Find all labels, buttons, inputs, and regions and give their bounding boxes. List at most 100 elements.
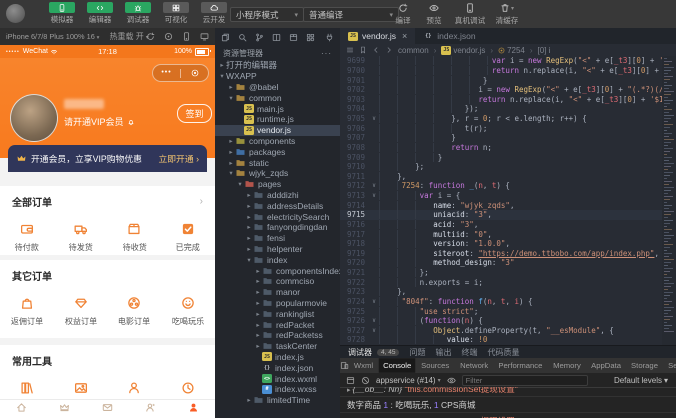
tree-item-common[interactable]: ▾common [215,92,340,103]
code-line[interactable]: 9713∨ var i = { [340,191,676,201]
code-line[interactable]: 9701 } [340,75,676,85]
list-icon[interactable] [346,46,354,54]
tree-item-fensi[interactable]: ▸fensi [215,233,340,244]
toolbar-button-调试器[interactable]: 调试器 [122,2,153,25]
phone-icon[interactable] [182,32,191,41]
tree-item-WXAPP[interactable]: ▾WXAPP [215,71,340,82]
toolbar-button-编辑器[interactable]: 编辑器 [84,2,115,25]
tree-item-commciso[interactable]: ▸commciso [215,276,340,287]
bookmark-icon[interactable] [359,46,367,54]
devtools-tab-Storage[interactable]: Storage [627,358,663,372]
profile-avatar[interactable] [10,94,58,142]
frame-icon[interactable] [346,376,355,385]
user-avatar[interactable] [6,4,25,23]
code-line[interactable]: 9722 n.exports = i; [340,277,676,287]
tree-item-runtime.js[interactable]: JSruntime.js [215,114,340,125]
entry-权益订单[interactable]: 权益订单 [54,296,108,327]
close-icon[interactable]: × [402,31,407,41]
toolbar-button-云开发[interactable]: 云开发 [198,2,229,25]
tabbar-mail[interactable] [86,400,129,418]
inspect-device-icon[interactable] [340,358,349,373]
breadcrumb-segment[interactable]: JSvendor.js [441,46,485,55]
fold-icon[interactable]: ∨ [369,192,379,199]
code-line[interactable]: 9723 }, [340,287,676,297]
tree-item-redPacket[interactable]: ▸redPacket [215,319,340,330]
phone-icon[interactable] [49,2,75,13]
entry-待发货[interactable]: 待发货 [54,222,108,253]
tabbar-personfill[interactable] [172,400,215,418]
clear-console-icon[interactable] [361,376,370,385]
panel-tab-调试器[interactable]: 调试器 [348,347,372,358]
tree-item-index.wxss[interactable]: #index.wxss [215,384,340,395]
devtools-tab-Sources[interactable]: Sources [417,358,454,372]
more-actions-icon[interactable]: ··· [321,49,332,58]
compile-dropdown[interactable]: 普通编译 ▾ [303,7,399,22]
eye-icon[interactable] [447,376,456,385]
device-selector[interactable]: iPhone 6/7/8 Plus 100% 16▾ [6,32,99,40]
code-line[interactable]: 9699 var i = new RegExp("<" + e[_t3][0] … [340,56,676,66]
code-line[interactable]: 9712∨ 7254: function _(n, t) { [340,181,676,191]
breadcrumb-segment[interactable]: common [398,46,429,55]
package-icon[interactable] [289,33,298,42]
tree-item-components[interactable]: ▸components [215,136,340,147]
tree-item-fanyongdingdan[interactable]: ▸fanyongdingdan [215,222,340,233]
console-filter-input[interactable] [462,375,588,386]
editor-tab-vendor.js[interactable]: JSvendor.js× [340,28,415,44]
tree-item-manor[interactable]: ▸manor [215,287,340,298]
more-dots-icon[interactable]: ••• [153,70,180,76]
action-编译[interactable]: 编译 [392,2,414,26]
code-line[interactable]: 9728 value: !0 [340,335,676,345]
devtools-tab-Console[interactable]: Console [379,358,416,372]
code-line[interactable]: 9718 version: "1.0.0", [340,239,676,249]
code-line[interactable]: 9700 return n.replace(i, "<" + e[_t3][0]… [340,66,676,76]
devtools-tab-Memory[interactable]: Memory [549,358,585,372]
entry-shelf[interactable] [0,381,54,396]
code-line[interactable]: 9709 } [340,152,676,162]
fold-icon[interactable]: ∨ [369,327,379,334]
editor-tab-index.json[interactable]: {}index.json [415,28,483,44]
tree-item-adddizhi[interactable]: ▸adddizhi [215,190,340,201]
vip-banner[interactable]: 开通会员，立享VIP购物优惠 立即开通 › [8,145,207,172]
code-line[interactable]: 9705∨ }, r = 0; r < e.length; r++) { [340,114,676,124]
extension-icon[interactable] [306,33,315,42]
branch-icon[interactable] [255,33,264,42]
split-icon[interactable] [272,33,281,42]
monitor-icon[interactable] [200,32,209,41]
panel-tab-终端[interactable]: 终端 [461,347,477,358]
hot-reload-toggle[interactable]: 热重载 开▾ [110,31,149,42]
plug-icon[interactable] [325,33,334,42]
code-line[interactable]: 9708 return n; [340,143,676,153]
tree-item-main.js[interactable]: JSmain.js [215,103,340,114]
tree-item-打开的编辑器[interactable]: ▸打开的编辑器 [215,60,340,71]
code-line[interactable]: 9724∨ "804f": function f(n, t, i) { [340,297,676,307]
action-真机调试[interactable]: 真机调试 [454,2,486,26]
code-line[interactable]: 9711 }, [340,172,676,182]
devtools-tab-Wxml[interactable]: Wxml [350,358,378,372]
fold-icon[interactable]: ∨ [369,298,379,305]
code-icon[interactable] [87,2,113,13]
code-line[interactable]: 9707 } [340,133,676,143]
devtools-tab-Network[interactable]: Network [455,358,492,372]
code-line[interactable]: 9719 siteroot: "https://demo.ttbobo.com/… [340,249,676,259]
mode-dropdown[interactable]: 小程序模式 ▾ [230,7,304,22]
capsule-menu[interactable]: ••• [152,64,209,82]
toolbar-button-可视化[interactable]: 可视化 [160,2,191,25]
entry-clock[interactable] [161,381,215,396]
tree-item-addressDetails[interactable]: ▸addressDetails [215,200,340,211]
entry-person[interactable] [108,381,162,396]
tree-item-index.wxml[interactable]: <>index.wxml [215,373,340,384]
tree-item-popularmovie[interactable]: ▸popularmovie [215,298,340,309]
code-line[interactable]: 9721 }; [340,268,676,278]
code-line[interactable]: 9714 name: "wjyk_zqds", [340,200,676,210]
code-line[interactable]: 9725 "use strict"; [340,306,676,316]
tree-item-index.json[interactable]: {}index.json [215,362,340,373]
tree-item-index.js[interactable]: JSindex.js [215,352,340,363]
code-line[interactable]: 9726∨ (function(n) { [340,316,676,326]
entry-image[interactable] [54,381,108,396]
code-line[interactable]: 9720 method_design: "3" [340,258,676,268]
fold-icon[interactable]: ∨ [369,182,379,189]
log-row[interactable]: ▸ {__ob__: Nn} "this.commissionSet提现设置" [340,413,676,418]
tree-item-packages[interactable]: ▸packages [215,146,340,157]
log-row[interactable]: ▸ {__ob__: Nn} "this.commissionSet提现设置" [340,387,676,397]
tabbar-home[interactable] [0,400,43,418]
